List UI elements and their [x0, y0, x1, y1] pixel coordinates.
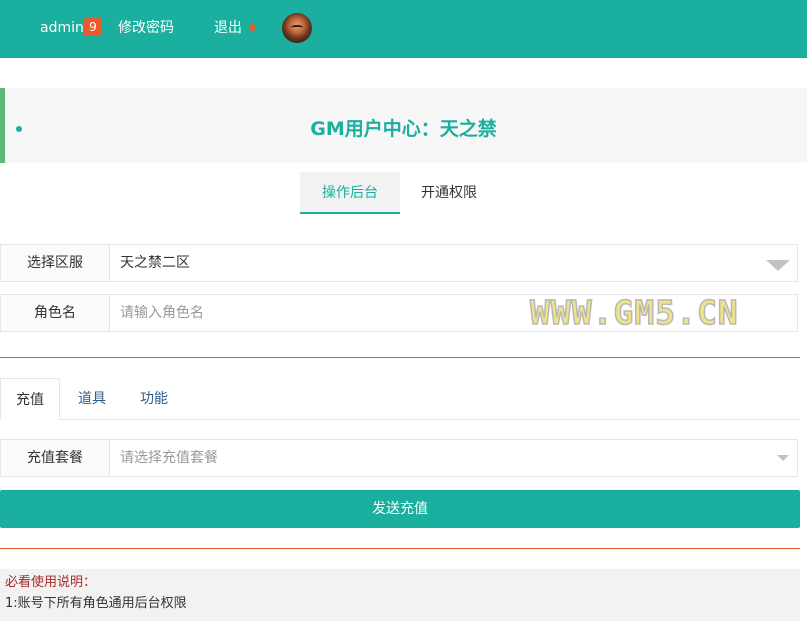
user-avatar[interactable]	[282, 13, 312, 43]
username-link[interactable]: admin	[40, 19, 84, 37]
divider	[0, 357, 800, 358]
instructions-line: 1:账号下所有角色通用后台权限	[5, 596, 187, 611]
server-select-label: 选择区服	[0, 244, 110, 282]
logout-link[interactable]: 退出	[214, 19, 242, 37]
send-recharge-button[interactable]: 发送充值	[0, 490, 800, 528]
tab-items[interactable]: 道具	[78, 378, 106, 420]
action-tabs-underline	[0, 419, 800, 420]
logout-dot-indicator	[249, 24, 256, 31]
top-nav-bar: admin 9 修改密码 退出	[0, 0, 807, 58]
tab-functions[interactable]: 功能	[140, 378, 168, 420]
package-select[interactable]: 请选择充值套餐	[109, 439, 798, 477]
chevron-down-icon[interactable]	[766, 260, 790, 271]
role-name-label: 角色名	[0, 294, 110, 332]
tab-open-permission[interactable]: 开通权限	[403, 172, 495, 214]
page-title: GM用户中心：天之禁	[310, 118, 497, 140]
server-select[interactable]: 天之禁二区	[109, 244, 798, 282]
instructions-title: 必看使用说明：	[5, 575, 97, 590]
site-watermark: WWW.GM5.CN	[529, 292, 739, 333]
change-password-link[interactable]: 修改密码	[118, 19, 174, 37]
package-select-label: 充值套餐	[0, 439, 110, 477]
divider	[0, 548, 800, 549]
notification-badge: 9	[84, 18, 102, 36]
tab-recharge[interactable]: 充值	[0, 378, 60, 420]
gm-user-center-page: admin 9 修改密码 退出 GM用户中心：天之禁 操作后台 开通权限 选择区…	[0, 0, 807, 621]
chevron-down-icon[interactable]	[777, 455, 789, 461]
tab-operation-backend[interactable]: 操作后台	[300, 172, 400, 214]
